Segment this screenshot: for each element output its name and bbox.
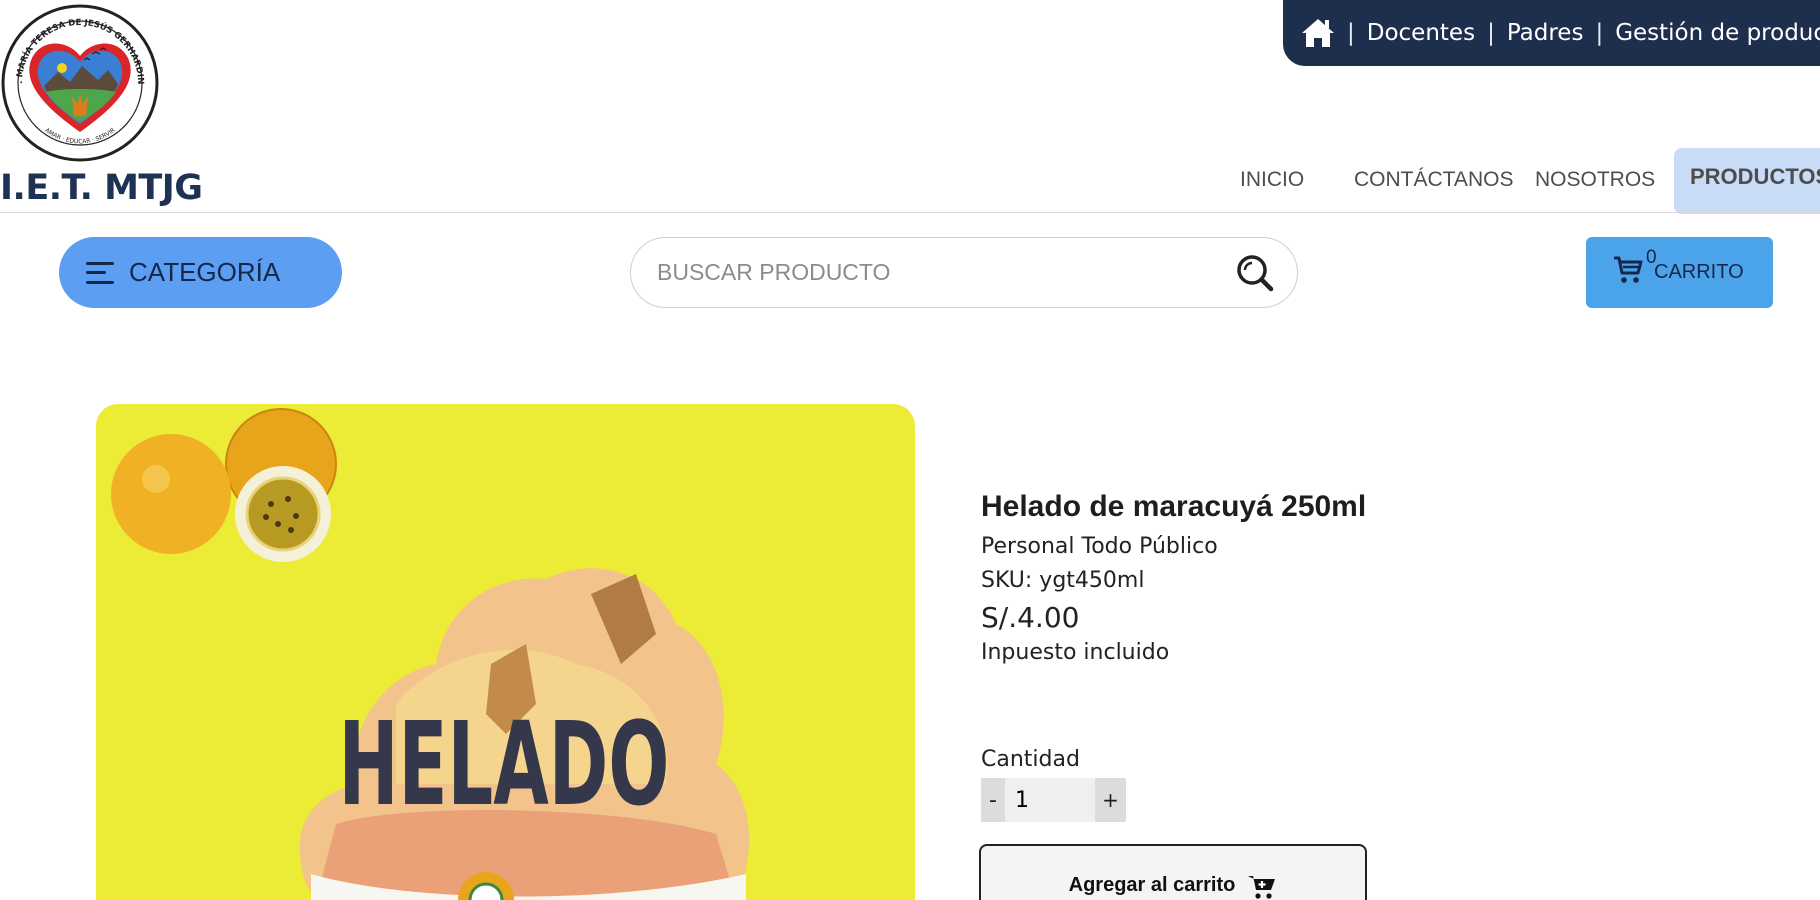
cart-label: CARRITO <box>1654 261 1744 283</box>
add-to-cart-label: Agregar al carrito <box>1068 874 1236 896</box>
cart-count-badge: 0 <box>1646 247 1657 268</box>
product-image-label: HELADO <box>338 697 669 831</box>
school-logo[interactable]: I.E.T. MARÍA TERESA DE JESÚS GERHARDINGE… <box>0 0 160 162</box>
nav-inicio[interactable]: INICIO <box>1240 168 1304 192</box>
nav-contactanos[interactable]: CONTÁCTANOS <box>1354 168 1513 192</box>
cart-plus-icon <box>1235 874 1277 900</box>
link-docentes[interactable]: Docentes <box>1367 20 1475 46</box>
product-subtitle: Personal Todo Público <box>981 534 1218 559</box>
category-button[interactable]: CATEGORÍA <box>59 237 342 308</box>
separator: | <box>1487 20 1495 46</box>
link-gestion-productos[interactable]: Gestión de productos <box>1615 20 1820 46</box>
product-price: S/.4.00 <box>981 601 1080 634</box>
product-image[interactable]: HELADO <box>96 404 915 900</box>
separator: | <box>1347 20 1355 46</box>
menu-icon <box>86 261 114 284</box>
search-icon[interactable] <box>1235 253 1275 293</box>
quantity-stepper: - + <box>981 778 1126 822</box>
cart-button[interactable]: 0 CARRITO <box>1586 237 1773 308</box>
nav-productos[interactable]: PRODUCTOS <box>1674 148 1820 214</box>
category-label: CATEGORÍA <box>129 257 281 287</box>
nav-nosotros[interactable]: NOSOTROS <box>1535 168 1655 192</box>
decrease-button[interactable]: - <box>981 778 1005 822</box>
link-padres[interactable]: Padres <box>1507 20 1584 46</box>
add-to-cart-button[interactable]: Agregar al carrito <box>979 844 1367 900</box>
quantity-label: Cantidad <box>981 747 1080 772</box>
tax-note: Inpuesto incluido <box>981 640 1170 665</box>
quantity-input[interactable] <box>1005 787 1095 813</box>
top-links-bar: | Docentes | Padres | Gestión de product… <box>1283 0 1820 66</box>
search-bar <box>630 237 1298 308</box>
increase-button[interactable]: + <box>1095 778 1126 822</box>
home-icon[interactable] <box>1301 15 1335 51</box>
brand-name[interactable]: I.E.T. MTJG <box>0 168 203 208</box>
search-input[interactable] <box>657 259 1235 286</box>
separator: | <box>1595 20 1604 46</box>
product-sku: SKU: ygt450ml <box>981 568 1145 593</box>
header-divider <box>0 212 1820 213</box>
product-title: Helado de maracuyá 250ml <box>981 490 1367 523</box>
cart-icon <box>1612 255 1644 291</box>
product-info: Helado de maracuyá 250ml Personal Todo P… <box>981 490 1581 665</box>
